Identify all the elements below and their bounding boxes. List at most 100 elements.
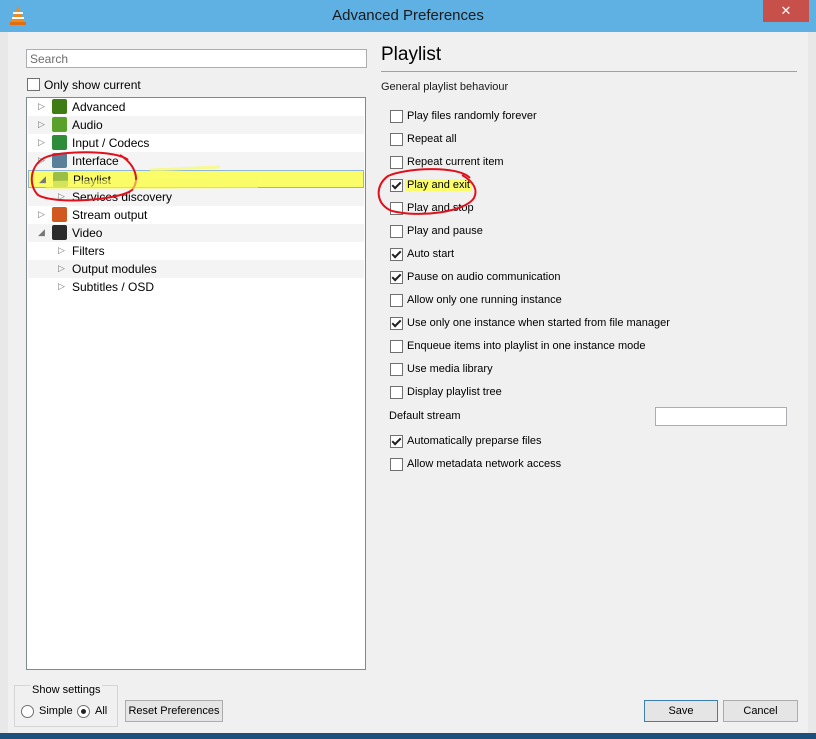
tree-item-audio[interactable]: ▷ Audio: [28, 116, 364, 134]
checkbox-unchecked[interactable]: [390, 294, 403, 308]
option-enqueue-items-into-playlist-in-one-instance-mode[interactable]: Enqueue items into playlist in one insta…: [390, 339, 645, 355]
tree-item-label: Interface: [72, 154, 119, 168]
tree-item-input-codecs[interactable]: ▷ Input / Codecs: [28, 134, 364, 152]
option-display-playlist-tree[interactable]: Display playlist tree: [390, 385, 502, 401]
search-input[interactable]: [26, 49, 367, 68]
option-play-and-stop[interactable]: Play and stop: [390, 201, 474, 217]
interface-window-icon: [52, 153, 67, 168]
tree-item-label: Stream output: [72, 208, 148, 222]
option-automatically-preparse-files[interactable]: Automatically preparse files: [390, 434, 542, 450]
option-allow-metadata-network-access[interactable]: Allow metadata network access: [390, 457, 561, 473]
tree-item-label: Advanced: [72, 100, 126, 114]
option-use-media-library[interactable]: Use media library: [390, 362, 493, 378]
collapse-arrow-icon[interactable]: ◢: [39, 174, 47, 184]
option-repeat-current-item[interactable]: Repeat current item: [390, 155, 504, 171]
option-label: Automatically preparse files: [407, 435, 542, 447]
option-label: Display playlist tree: [407, 386, 502, 398]
playlist-document-icon: [53, 172, 68, 187]
close-button[interactable]: ✕: [763, 0, 809, 22]
expand-arrow-icon[interactable]: ▷: [38, 209, 46, 219]
option-label: Allow metadata network access: [407, 458, 562, 470]
video-film-icon: [52, 225, 67, 240]
tree-item-services-discovery[interactable]: ▷ Services discovery: [28, 188, 364, 206]
checkbox-unchecked[interactable]: [390, 202, 403, 216]
tree-item-output-modules[interactable]: ▷ Output modules: [28, 260, 364, 278]
checkbox-unchecked[interactable]: [390, 363, 403, 377]
panel-title: Playlist: [381, 44, 442, 65]
collapse-arrow-icon[interactable]: ◢: [38, 227, 46, 237]
simple-radio-label: Simple: [39, 705, 73, 717]
tree-item-subtitles-osd[interactable]: ▷ Subtitles / OSD: [28, 278, 364, 296]
option-play-and-exit[interactable]: Play and exit: [390, 178, 472, 194]
option-label: Enqueue items into playlist in one insta…: [407, 340, 646, 352]
save-button[interactable]: Save: [644, 700, 718, 722]
close-icon: ✕: [780, 3, 792, 18]
option-label: Repeat all: [407, 133, 457, 145]
tree-item-label: Video: [72, 226, 103, 240]
expand-arrow-icon[interactable]: ▷: [38, 137, 46, 147]
option-pause-on-audio-communication[interactable]: Pause on audio communication: [390, 270, 560, 286]
expand-arrow-icon[interactable]: ▷: [58, 245, 66, 255]
reset-preferences-button[interactable]: Reset Preferences: [125, 700, 223, 722]
only-show-current-checkbox[interactable]: Only show current: [27, 77, 141, 92]
option-allow-only-one-running-instance[interactable]: Allow only one running instance: [390, 293, 562, 309]
tree-item-label: Filters: [72, 244, 105, 258]
section-label: General playlist behaviour: [381, 81, 509, 93]
option-label: Play and pause: [407, 225, 483, 237]
cancel-button[interactable]: Cancel: [723, 700, 798, 722]
option-use-only-one-instance-when-started-from-file-manager[interactable]: Use only one instance when started from …: [390, 316, 670, 332]
option-label: Play and stop: [407, 202, 474, 214]
checkbox-checked[interactable]: [390, 435, 403, 449]
option-label: Use media library: [407, 363, 493, 375]
checkbox-unchecked[interactable]: [390, 386, 403, 400]
option-label: Play and exit: [405, 179, 472, 191]
option-label: Allow only one running instance: [407, 294, 562, 306]
expand-arrow-icon[interactable]: ▷: [38, 119, 46, 129]
tree-item-advanced[interactable]: ▷ Advanced: [28, 98, 364, 116]
default-stream-input[interactable]: [655, 407, 787, 426]
all-radio-label: All: [95, 705, 108, 717]
tree-item-label: Audio: [72, 118, 103, 132]
checkbox-unchecked[interactable]: [390, 340, 403, 354]
tree-item-interface[interactable]: ▷ Interface: [28, 152, 364, 170]
taskbar-strip: [0, 733, 816, 739]
option-repeat-all[interactable]: Repeat all: [390, 132, 457, 148]
option-play-files-randomly-forever[interactable]: Play files randomly forever: [390, 109, 537, 125]
checkbox-unchecked[interactable]: [390, 458, 403, 472]
expand-arrow-icon[interactable]: ▷: [38, 155, 46, 165]
title-bar: Advanced Preferences ✕: [0, 0, 816, 32]
checkbox-checked[interactable]: [390, 248, 403, 262]
expand-arrow-icon[interactable]: ▷: [58, 281, 66, 291]
panel-divider: [381, 71, 797, 72]
option-label: Play files randomly forever: [407, 110, 537, 122]
checkbox-unchecked[interactable]: [390, 156, 403, 170]
all-radio[interactable]: [77, 705, 90, 718]
default-stream-label: Default stream: [389, 410, 461, 422]
advanced-chip-icon: [52, 99, 67, 114]
option-auto-start[interactable]: Auto start: [390, 247, 454, 263]
checkbox-unchecked[interactable]: [390, 133, 403, 147]
tree-item-video[interactable]: ◢ Video: [28, 224, 364, 242]
option-label: Auto start: [407, 248, 455, 260]
expand-arrow-icon[interactable]: ▷: [58, 191, 66, 201]
tree-item-label: Subtitles / OSD: [72, 280, 155, 294]
option-label: Repeat current item: [407, 156, 504, 168]
checkbox-checked[interactable]: [390, 271, 403, 285]
preferences-client-area: Only show current ▷ Advanced ▷ Audio ▷ Input …: [8, 32, 808, 733]
expand-arrow-icon[interactable]: ▷: [38, 101, 46, 111]
option-play-and-pause[interactable]: Play and pause: [390, 224, 483, 240]
category-tree[interactable]: ▷ Advanced ▷ Audio ▷ Input / Codecs ▷ Interface…: [26, 97, 366, 670]
checkbox-unchecked[interactable]: [390, 110, 403, 124]
checkbox-checked[interactable]: [390, 179, 403, 193]
checkbox-checked[interactable]: [390, 317, 403, 331]
tree-item-label: Services discovery: [72, 190, 173, 204]
tree-item-playlist[interactable]: ◢ Playlist: [28, 170, 364, 188]
tree-item-stream-output[interactable]: ▷ Stream output: [28, 206, 364, 224]
show-settings-label: Show settings: [30, 684, 103, 696]
expand-arrow-icon[interactable]: ▷: [58, 263, 66, 273]
simple-radio[interactable]: [21, 705, 34, 718]
checkbox-box[interactable]: [27, 78, 40, 92]
checkbox-unchecked[interactable]: [390, 225, 403, 239]
tree-item-filters[interactable]: ▷ Filters: [28, 242, 364, 260]
stream-output-icon: [52, 207, 67, 222]
